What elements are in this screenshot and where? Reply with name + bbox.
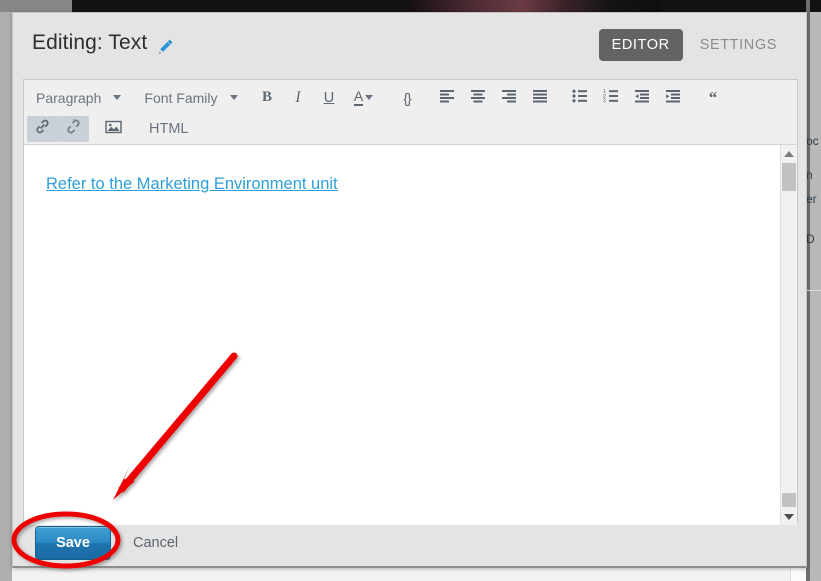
chevron-down-icon <box>113 95 122 100</box>
background-rail-left <box>0 12 12 581</box>
align-left-button[interactable] <box>432 85 463 111</box>
tab-settings[interactable]: SETTINGS <box>687 29 790 61</box>
indent-icon <box>665 89 681 107</box>
svg-text:3: 3 <box>603 98 606 102</box>
background-text-fragment-3: er <box>806 192 817 206</box>
cancel-button[interactable]: Cancel <box>133 535 178 551</box>
editor-body: Refer to the Marketing Environment unit <box>24 145 797 525</box>
blockquote-button[interactable]: “ <box>698 85 729 111</box>
chevron-down-icon <box>365 95 374 100</box>
unlink-button[interactable] <box>58 115 89 142</box>
unlink-icon <box>65 118 82 138</box>
paragraph-style-select[interactable]: Paragraph <box>27 85 126 111</box>
blockquote-icon: “ <box>708 87 718 107</box>
scrollbar-thumb-lower[interactable] <box>782 493 796 507</box>
align-right-button[interactable] <box>494 85 525 111</box>
outdent-icon <box>634 89 650 107</box>
editing-modal: Editing: Text EDITOR SETTINGS Paragraph … <box>12 12 807 568</box>
bullet-list-icon <box>572 89 588 107</box>
link-icon <box>34 119 51 138</box>
text-color-button[interactable]: A <box>345 85 383 111</box>
bold-icon: B <box>262 89 273 105</box>
tab-editor[interactable]: EDITOR <box>598 29 683 61</box>
background-text-fragment-4: D <box>806 232 815 246</box>
view-tabs: EDITOR SETTINGS <box>598 29 790 61</box>
align-center-icon <box>470 89 486 107</box>
numbered-list-button[interactable]: 123 <box>596 85 627 111</box>
align-center-button[interactable] <box>463 85 494 111</box>
editor-content-area[interactable]: Refer to the Marketing Environment unit <box>24 145 780 525</box>
editor-toolbar: Paragraph Font Family B I U A {} 1 2 3 “… <box>24 80 797 145</box>
scrollbar-thumb[interactable] <box>782 163 796 191</box>
editor-scrollbar[interactable] <box>780 145 797 525</box>
toolbar-row-secondary: HTML <box>24 113 797 144</box>
pencil-icon[interactable] <box>156 37 176 57</box>
numbered-list-icon: 123 <box>603 89 619 107</box>
scroll-up-button[interactable] <box>781 145 797 162</box>
outdent-button[interactable] <box>627 85 658 111</box>
insert-image-button[interactable] <box>98 116 129 142</box>
html-label: HTML <box>149 120 189 137</box>
italic-icon: I <box>295 88 301 106</box>
underline-button[interactable]: U <box>314 85 345 111</box>
align-right-icon <box>501 89 517 107</box>
font-family-select[interactable]: Font Family <box>135 85 242 111</box>
font-family-label: Font Family <box>144 89 218 106</box>
modal-header: Editing: Text EDITOR SETTINGS <box>13 13 806 75</box>
background-topbar-photo <box>410 0 660 12</box>
bold-button[interactable]: B <box>252 85 283 111</box>
align-justify-button[interactable] <box>525 85 556 111</box>
rich-text-editor: Paragraph Font Family B I U A {} 1 2 3 “… <box>23 79 798 525</box>
background-text-fragment-2: n <box>806 168 813 182</box>
page-title: Editing: Text <box>32 31 148 54</box>
toolbar-row-primary: Paragraph Font Family B I U A {} 1 2 3 “ <box>24 82 797 113</box>
paragraph-style-label: Paragraph <box>36 89 102 106</box>
chevron-down-icon <box>229 95 238 100</box>
html-source-button[interactable]: HTML <box>138 116 199 142</box>
save-button[interactable]: Save <box>35 525 111 560</box>
image-icon <box>105 120 122 138</box>
background-text-fragment-1: oc <box>806 134 819 148</box>
modal-footer: Save Cancel <box>13 519 806 566</box>
align-left-icon <box>439 89 455 107</box>
indent-button[interactable] <box>658 85 689 111</box>
screenshot-root: oc n er D Editing: Text EDITOR SETTINGS <box>0 0 821 581</box>
italic-button[interactable]: I <box>283 85 314 111</box>
content-link[interactable]: Refer to the Marketing Environment unit <box>46 175 338 193</box>
align-justify-icon <box>532 89 548 107</box>
code-button[interactable]: {} <box>392 85 423 111</box>
bullet-list-button[interactable] <box>565 85 596 111</box>
scroll-up-icon <box>784 150 794 157</box>
code-braces-icon: {} <box>403 89 411 106</box>
underline-icon: U <box>323 89 335 106</box>
insert-link-button[interactable] <box>27 115 58 142</box>
text-color-icon: A <box>353 88 364 106</box>
